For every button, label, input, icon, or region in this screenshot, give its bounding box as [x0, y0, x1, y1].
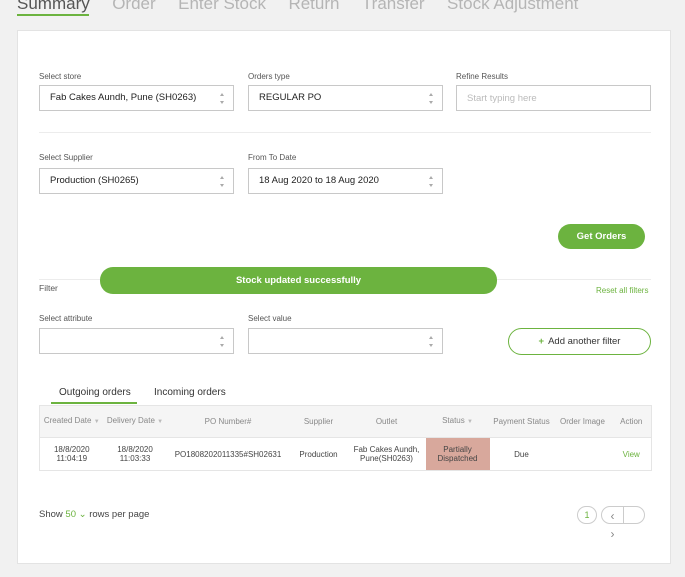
date-range-value: 18 Aug 2020 to 18 Aug 2020: [259, 175, 379, 186]
select-arrows-icon: [220, 336, 225, 347]
attribute-select[interactable]: [39, 328, 234, 354]
value-label: Select value: [248, 314, 292, 323]
get-orders-button[interactable]: Get Orders: [558, 224, 645, 249]
summary-card: Select store Fab Cakes Aundh, Pune (SH02…: [17, 30, 671, 564]
add-filter-button[interactable]: + Add another filter: [508, 328, 651, 355]
value-select[interactable]: [248, 328, 443, 354]
store-select-value: Fab Cakes Aundh, Pune (SH0263): [50, 92, 197, 103]
cell-payment-status: Due: [489, 437, 554, 471]
supplier-select-value: Production (SH0265): [50, 175, 139, 186]
filter-title: Filter: [39, 283, 58, 293]
cell-order-image: [553, 437, 612, 471]
active-tab-underline: [17, 14, 89, 16]
tab-enter-stock[interactable]: Enter Stock: [178, 0, 266, 14]
col-delivery-date[interactable]: Delivery Date ▼: [103, 405, 167, 438]
page-nav-divider: [623, 507, 624, 523]
orders-table: Created Date ▼ Delivery Date ▼ PO Number…: [39, 405, 652, 471]
select-arrows-icon: [429, 336, 434, 347]
cell-outlet: Fab Cakes Aundh, Pune(SH0263): [347, 437, 426, 471]
table-row: 18/8/2020 11:04:19 18/8/2020 11:03:33 PO…: [39, 437, 652, 471]
tab-order[interactable]: Order: [112, 0, 155, 14]
next-page-icon[interactable]: ›: [602, 526, 623, 542]
page-nav: ‹›: [601, 506, 645, 541]
page-1-button[interactable]: 1: [577, 506, 597, 524]
col-supplier: Supplier: [289, 405, 348, 438]
store-label: Select store: [39, 72, 82, 81]
col-created-date[interactable]: Created Date ▼: [39, 405, 104, 438]
tab-incoming-orders[interactable]: Incoming orders: [154, 387, 226, 398]
rows-per-page-value: 50: [65, 509, 76, 520]
date-range-select[interactable]: 18 Aug 2020 to 18 Aug 2020: [248, 168, 443, 194]
sort-icon: ▼: [93, 419, 100, 425]
select-arrows-icon: [429, 93, 434, 104]
select-arrows-icon: [220, 176, 225, 187]
chevron-down-icon: ⌄: [78, 509, 87, 520]
outgoing-tab-underline: [51, 402, 137, 404]
tab-stock-adjustment[interactable]: Stock Adjustment: [447, 0, 578, 14]
col-order-image: Order Image: [553, 405, 612, 438]
orders-type-select[interactable]: REGULAR PO: [248, 85, 443, 111]
status-badge: Partially Dispatched: [425, 437, 490, 471]
cell-delivery-date: 18/8/2020 11:03:33: [103, 437, 167, 471]
plus-icon: +: [538, 336, 545, 347]
view-order-link[interactable]: View: [623, 450, 640, 459]
supplier-select[interactable]: Production (SH0265): [39, 168, 234, 194]
rows-per-page-suffix: rows per page: [89, 509, 150, 520]
col-payment-status: Payment Status: [489, 405, 554, 438]
select-arrows-icon: [429, 176, 434, 187]
status-header-label: Status: [442, 416, 465, 425]
select-arrows-icon: [220, 93, 225, 104]
success-toast: Stock updated successfully: [100, 267, 497, 294]
created-date-header-label: Created Date: [43, 416, 92, 425]
refine-results-input[interactable]: [456, 85, 651, 111]
add-filter-label: Add another filter: [548, 336, 621, 347]
col-outlet: Outlet: [347, 405, 426, 438]
attribute-label: Select attribute: [39, 314, 93, 323]
sort-icon: ▼: [466, 419, 473, 425]
col-status[interactable]: Status ▼: [425, 405, 490, 438]
supplier-label: Select Supplier: [39, 153, 93, 162]
tab-summary[interactable]: Summary: [17, 0, 90, 14]
row-divider: [39, 132, 651, 133]
cell-po-number: PO1808202011335#SH02631: [166, 437, 290, 471]
tab-return[interactable]: Return: [288, 0, 339, 14]
tab-transfer[interactable]: Transfer: [362, 0, 425, 14]
cell-action: View: [611, 437, 652, 471]
date-range-label: From To Date: [248, 153, 297, 162]
top-tab-bar: Summary Order Enter Stock Return Transfe…: [17, 0, 596, 14]
show-label: Show: [39, 509, 63, 520]
store-select[interactable]: Fab Cakes Aundh, Pune (SH0263): [39, 85, 234, 111]
rows-per-page: Show 50 ⌄ rows per page: [39, 509, 149, 520]
col-action: Action: [611, 405, 652, 438]
orders-type-label: Orders type: [248, 72, 290, 81]
prev-page-icon[interactable]: ‹: [602, 508, 623, 524]
tab-outgoing-orders[interactable]: Outgoing orders: [59, 387, 131, 398]
reset-filters-link[interactable]: Reset all filters: [596, 286, 648, 295]
sort-icon: ▼: [157, 419, 164, 425]
rows-per-page-select[interactable]: 50 ⌄: [65, 509, 86, 520]
col-po-number: PO Number#: [166, 405, 290, 438]
refine-results-label: Refine Results: [456, 72, 509, 81]
delivery-date-header-label: Delivery Date: [106, 416, 155, 425]
cell-supplier: Production: [289, 437, 348, 471]
cell-created-date: 18/8/2020 11:04:19: [39, 437, 104, 471]
table-header-row: Created Date ▼ Delivery Date ▼ PO Number…: [39, 405, 652, 438]
orders-type-value: REGULAR PO: [259, 92, 322, 103]
